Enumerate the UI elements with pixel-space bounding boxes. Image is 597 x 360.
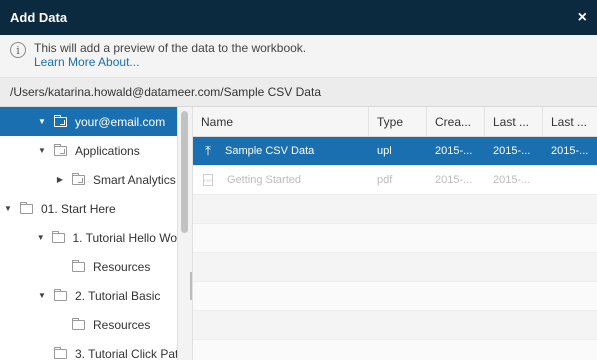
chevron-down-icon[interactable]: ▼ [36, 233, 46, 242]
folder-icon [20, 201, 33, 214]
current-path: /Users/katarina.howald@datameer.com/Samp… [10, 85, 321, 99]
row-created: 2015-... [435, 145, 473, 157]
shared-folder-icon [54, 143, 67, 156]
column-header-last-2[interactable]: Last ... [543, 107, 597, 136]
tree-item-applications[interactable]: ▼ Applications [0, 136, 177, 165]
learn-more-link[interactable]: Learn More About... [34, 55, 306, 69]
row-name-cell: ⤒ Sample CSV Data [193, 137, 369, 165]
table-row[interactable]: ⤒ Sample CSV Data upl 2015-... 2015-... … [193, 137, 597, 166]
tree-item-tutorial-hello[interactable]: ▼ 1. Tutorial Hello Wo [0, 223, 177, 252]
scrollbar-thumb[interactable] [181, 111, 188, 233]
table-row: PDF Getting Started pdf 2015-... 2015-..… [193, 166, 597, 195]
upload-icon: ⤒ [205, 143, 211, 158]
column-header-type[interactable]: Type [369, 107, 427, 136]
tree-item-label: 3. Tutorial Click Pat [75, 346, 177, 360]
empty-row [193, 195, 597, 224]
chevron-down-icon[interactable]: ▼ [36, 146, 48, 155]
column-header-created[interactable]: Crea... [427, 107, 485, 136]
close-icon[interactable]: × [578, 9, 587, 27]
row-last-2 [543, 166, 597, 194]
row-last-1: 2015-... [493, 174, 531, 186]
chevron-right-icon[interactable]: ▶ [54, 175, 66, 184]
grid-header: Name Type Crea... Last ... Last ... [193, 107, 597, 137]
tree-item-tutorial-basic[interactable]: ▼ 2. Tutorial Basic [0, 281, 177, 310]
folder-icon [54, 288, 67, 301]
folder-tree: ▼ your@email.com ▼ Applications ▶ Smart … [0, 107, 177, 360]
shared-folder-icon [54, 114, 67, 127]
folder-icon [54, 346, 67, 359]
shared-folder-icon [72, 172, 85, 185]
pane-resize-handle[interactable] [190, 272, 192, 300]
info-text: This will add a preview of the data to t… [34, 41, 306, 71]
tree-item-label: Resources [93, 259, 151, 274]
empty-row [193, 282, 597, 311]
row-type: upl [377, 145, 392, 157]
tree-item-label: 1. Tutorial Hello Wo [72, 230, 178, 245]
tree-item-your-email[interactable]: ▼ your@email.com [0, 107, 177, 136]
chevron-down-icon[interactable]: ▼ [36, 117, 48, 126]
empty-row [193, 311, 597, 340]
dialog-title: Add Data [10, 10, 68, 25]
tree-item-label: Smart Analytics [93, 172, 176, 187]
row-last-2: 2015-... [551, 145, 589, 157]
tree-item-smart-analytics[interactable]: ▶ Smart Analytics [0, 165, 177, 194]
tree-item-label: your@email.com [75, 114, 166, 129]
row-name-cell: PDF Getting Started [193, 166, 369, 194]
row-type: pdf [377, 174, 393, 186]
dialog-titlebar: Add Data × [0, 0, 597, 35]
tree-item-label: 01. Start Here [41, 201, 116, 216]
tree-item-resources-1[interactable]: Resources [0, 252, 177, 281]
row-created: 2015-... [435, 174, 473, 186]
info-banner: i This will add a preview of the data to… [0, 35, 597, 78]
chevron-down-icon[interactable]: ▼ [2, 204, 14, 213]
path-bar: /Users/katarina.howald@datameer.com/Samp… [0, 78, 597, 107]
folder-icon [51, 230, 65, 243]
empty-row [193, 253, 597, 282]
tree-item-label: Applications [75, 143, 140, 158]
tree-scrollbar[interactable] [177, 107, 193, 360]
folder-icon [72, 259, 85, 272]
info-message: This will add a preview of the data to t… [34, 41, 307, 55]
tree-item-label: 2. Tutorial Basic [75, 288, 161, 303]
tree-item-resources-2[interactable]: Resources [0, 310, 177, 339]
tree-item-start-here[interactable]: ▼ 01. Start Here [0, 194, 177, 223]
tree-item-label: Resources [93, 317, 151, 332]
pdf-file-icon: PDF [203, 174, 213, 186]
row-last-1: 2015-... [493, 145, 531, 157]
info-icon: i [10, 42, 26, 58]
empty-row [193, 340, 597, 360]
row-name: Sample CSV Data [225, 145, 315, 157]
column-header-last-1[interactable]: Last ... [485, 107, 543, 136]
file-grid: Name Type Crea... Last ... Last ... ⤒ Sa… [193, 107, 597, 360]
tree-item-tutorial-click-path[interactable]: 3. Tutorial Click Pat [0, 339, 177, 360]
folder-icon [72, 317, 85, 330]
empty-row [193, 224, 597, 253]
chevron-down-icon[interactable]: ▼ [36, 291, 48, 300]
column-header-name[interactable]: Name [193, 107, 369, 136]
row-name: Getting Started [227, 174, 301, 186]
